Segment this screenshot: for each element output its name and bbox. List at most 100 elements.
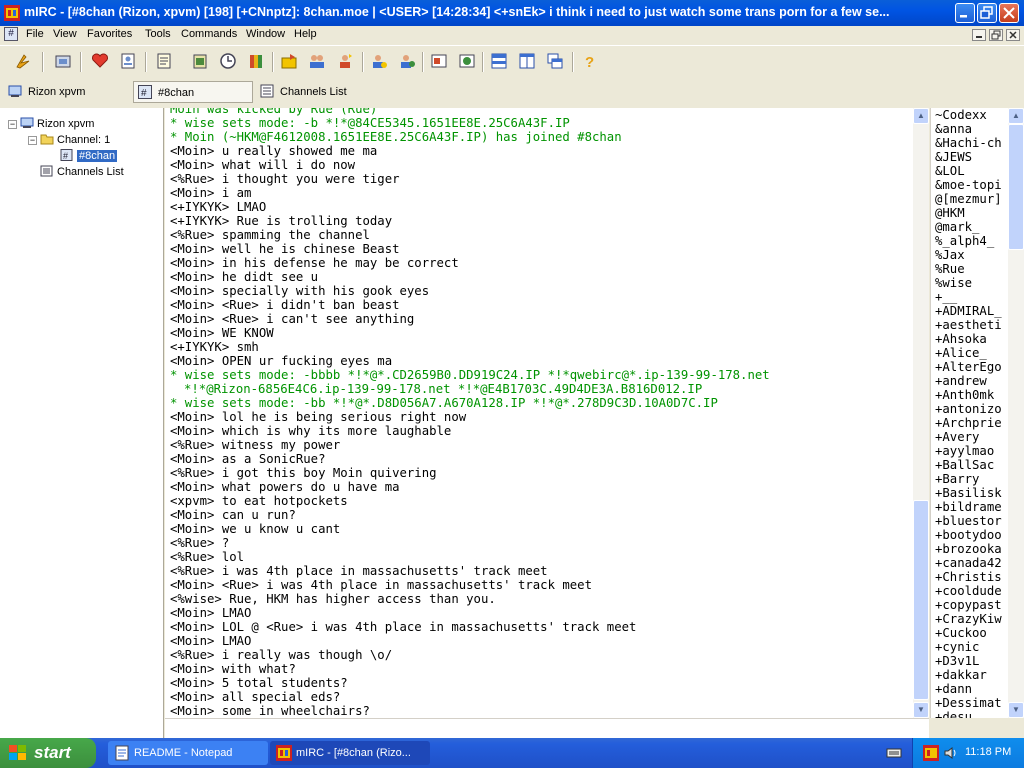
chat-scrollbar[interactable]: ▲ ▼ xyxy=(913,108,929,718)
nick-item[interactable]: +__ xyxy=(935,290,1002,304)
nick-item[interactable]: %wise xyxy=(935,276,1002,290)
nick-item[interactable]: &anna xyxy=(935,122,1002,136)
menu-tools[interactable]: Tools xyxy=(145,28,171,40)
nick-item[interactable]: +Dessimat xyxy=(935,696,1002,710)
tile-horizontal-button[interactable] xyxy=(490,52,508,70)
address-book-button[interactable] xyxy=(119,52,137,70)
dcc-button[interactable] xyxy=(336,52,354,70)
taskbar-item-mirc[interactable]: mIRC - [#8chan (Rizo... xyxy=(270,741,430,765)
menu-help[interactable]: Help xyxy=(294,28,317,40)
nick-item[interactable]: +CrazyKiw xyxy=(935,612,1002,626)
nick-item[interactable]: +dakkar xyxy=(935,668,1002,682)
nick-item[interactable]: @mark_ xyxy=(935,220,1002,234)
mdi-close-button[interactable] xyxy=(1006,29,1020,41)
nick-item[interactable]: +dann xyxy=(935,682,1002,696)
taskbar-item-notepad[interactable]: README - Notepad xyxy=(108,741,268,765)
nick-item[interactable]: +Cuckoo xyxy=(935,626,1002,640)
scroll-down-button[interactable]: ▼ xyxy=(1008,702,1024,718)
cascade-button[interactable] xyxy=(546,52,564,70)
nick-item[interactable]: %Jax xyxy=(935,248,1002,262)
nick-item[interactable]: +andrew xyxy=(935,374,1002,388)
nick-item[interactable]: +bluestor xyxy=(935,514,1002,528)
notify-button[interactable] xyxy=(370,52,388,70)
nick-item[interactable]: +Avery xyxy=(935,430,1002,444)
nick-item[interactable]: ~Codexx xyxy=(935,108,1002,122)
chat-button[interactable] xyxy=(308,52,326,70)
nick-item[interactable]: +Anth0mk xyxy=(935,388,1002,402)
nick-item[interactable]: +ADMIRAL_ xyxy=(935,304,1002,318)
nick-item[interactable]: +Basilisk xyxy=(935,486,1002,500)
nick-item[interactable]: &Hachi-ch xyxy=(935,136,1002,150)
nick-item[interactable]: +aestheti xyxy=(935,318,1002,332)
menu-window[interactable]: Window xyxy=(246,28,285,40)
switchbar-tab-channels-list[interactable]: Channels List xyxy=(256,81,376,103)
chat-scroll-thumb[interactable] xyxy=(913,500,929,700)
options-button[interactable] xyxy=(54,52,72,70)
nick-item[interactable]: +bildrame xyxy=(935,500,1002,514)
scroll-down-button[interactable]: ▼ xyxy=(913,702,929,718)
colors-button[interactable] xyxy=(247,52,265,70)
switchbar-tab-channel[interactable]: # #8chan xyxy=(133,81,253,103)
menu-commands[interactable]: Commands xyxy=(181,28,237,40)
scroll-up-button[interactable]: ▲ xyxy=(1008,108,1024,124)
tree-node-channels-list[interactable]: Channels List xyxy=(40,164,124,180)
nick-item[interactable]: +brozooka xyxy=(935,542,1002,556)
collapse-server-toggle[interactable]: − xyxy=(8,120,17,129)
mdi-restore-button[interactable] xyxy=(989,29,1003,41)
speaker-icon[interactable] xyxy=(943,745,959,761)
mirc-tray-icon[interactable] xyxy=(923,745,939,761)
nick-item[interactable]: +desu xyxy=(935,710,1002,718)
nick-item[interactable]: +bootydoo xyxy=(935,528,1002,542)
nick-item[interactable]: +AlterEgo xyxy=(935,360,1002,374)
tree-node-channels-folder[interactable]: Channel: 1 xyxy=(40,132,110,148)
nick-item[interactable]: &moe-topi xyxy=(935,178,1002,192)
start-button[interactable]: start xyxy=(0,738,96,768)
title-bar[interactable]: mIRC - [#8chan (Rizon, xpvm) [198] [+CNn… xyxy=(0,0,1024,26)
online-help-button[interactable] xyxy=(458,52,476,70)
keyboard-icon[interactable] xyxy=(886,745,902,761)
nick-item[interactable]: &LOL xyxy=(935,164,1002,178)
nick-item[interactable]: +Alice_ xyxy=(935,346,1002,360)
menu-favorites[interactable]: Favorites xyxy=(87,28,132,40)
menu-view[interactable]: View xyxy=(53,28,77,40)
tree-node-channel[interactable]: # #8chan xyxy=(60,148,118,164)
nick-list-scrollbar[interactable]: ▲ ▼ xyxy=(1008,108,1024,718)
nick-item[interactable]: +cynic xyxy=(935,640,1002,654)
channels-list-button[interactable] xyxy=(430,52,448,70)
favorites-button[interactable] xyxy=(91,52,109,70)
script-editor-button[interactable] xyxy=(155,52,173,70)
tree-node-server[interactable]: Rizon xpvm xyxy=(20,116,94,132)
log-files-button[interactable] xyxy=(191,52,209,70)
menu-file[interactable]: File xyxy=(26,28,44,40)
nick-item[interactable]: &JEWS xyxy=(935,150,1002,164)
nick-item[interactable]: +D3v1L xyxy=(935,654,1002,668)
mirc-app-icon[interactable] xyxy=(4,5,20,21)
nick-item[interactable]: @[mezmur] xyxy=(935,192,1002,206)
nick-item[interactable]: +Ahsoka xyxy=(935,332,1002,346)
nick-item[interactable]: %_alph4_ xyxy=(935,234,1002,248)
switchbar-tab-server[interactable]: Rizon xpvm xyxy=(4,81,130,103)
tile-vertical-button[interactable] xyxy=(518,52,536,70)
nick-scroll-thumb[interactable] xyxy=(1008,124,1024,250)
restore-button[interactable] xyxy=(977,3,997,23)
help-button[interactable]: ? xyxy=(580,52,598,71)
nick-item[interactable]: +Christis xyxy=(935,570,1002,584)
nick-item[interactable]: +Barry xyxy=(935,472,1002,486)
nick-item[interactable]: +canada42 xyxy=(935,556,1002,570)
minimize-button[interactable] xyxy=(955,3,975,23)
collapse-channels-toggle[interactable]: − xyxy=(28,136,37,145)
nick-item[interactable]: @HKM xyxy=(935,206,1002,220)
message-input[interactable] xyxy=(165,718,929,739)
url-list-button[interactable] xyxy=(398,52,416,70)
scroll-up-button[interactable]: ▲ xyxy=(913,108,929,124)
connect-button[interactable] xyxy=(14,52,32,70)
send-file-button[interactable] xyxy=(280,52,298,70)
nick-item[interactable]: +Archprie xyxy=(935,416,1002,430)
clock[interactable]: 11:18 PM xyxy=(965,746,1011,758)
timer-button[interactable] xyxy=(219,52,237,70)
nick-item[interactable]: %Rue xyxy=(935,262,1002,276)
nick-item[interactable]: +cooldude xyxy=(935,584,1002,598)
nick-item[interactable]: +antonizo xyxy=(935,402,1002,416)
close-button[interactable] xyxy=(999,3,1019,23)
nick-item[interactable]: +ayylmao xyxy=(935,444,1002,458)
